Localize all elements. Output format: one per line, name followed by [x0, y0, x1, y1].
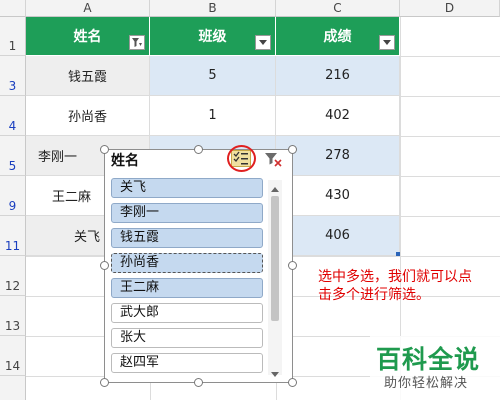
row-header-14[interactable]: 14	[0, 336, 26, 376]
row-header-4[interactable]: 4	[0, 96, 26, 136]
header-label-name: 姓名	[73, 29, 102, 45]
header-cell-class[interactable]: 班级	[150, 17, 276, 56]
row-header-12[interactable]: 12	[0, 256, 26, 296]
grid-line	[400, 216, 500, 217]
filter-dropdown-button-score[interactable]	[379, 35, 395, 50]
resize-handle-right[interactable]	[288, 261, 297, 270]
cell-score[interactable]: 216	[276, 56, 400, 96]
header-label-score: 成绩	[323, 29, 352, 45]
scroll-down-arrow[interactable]	[270, 364, 280, 377]
slicer-item[interactable]: 王二麻	[111, 278, 263, 298]
slicer-item[interactable]: 孙尚香	[111, 253, 263, 273]
column-header-b[interactable]: B	[150, 0, 276, 17]
chevron-up-icon	[271, 187, 279, 192]
grid-line	[400, 96, 500, 97]
cell-score[interactable]: 406	[276, 216, 400, 256]
resize-handle-top[interactable]	[194, 145, 203, 154]
slicer-item[interactable]: 赵四军	[111, 353, 263, 373]
scroll-thumb[interactable]	[271, 196, 279, 321]
filter-funnel-icon	[132, 38, 142, 47]
row-header-11[interactable]: 11	[0, 216, 26, 256]
slicer-item[interactable]: 关飞	[111, 178, 263, 198]
highlight-circle	[227, 145, 256, 172]
watermark-title: 百科全说	[376, 345, 481, 374]
clear-filter-button[interactable]	[263, 151, 283, 167]
cell-class[interactable]: 1	[150, 96, 276, 136]
cell-name[interactable]: 孙尚香	[26, 96, 150, 136]
cell-class[interactable]: 5	[150, 56, 276, 96]
watermark-subtitle: 助你轻松解决	[384, 376, 469, 391]
scroll-up-arrow[interactable]	[270, 180, 280, 192]
column-header-c[interactable]: C	[276, 0, 400, 17]
chevron-down-icon	[383, 39, 391, 45]
grid-line	[400, 56, 500, 57]
header-cell-score[interactable]: 成绩	[276, 17, 400, 56]
annotation-text: 选中多选，我们就可以点击多个进行筛选。	[318, 269, 472, 303]
cell-score[interactable]: 430	[276, 176, 400, 216]
watermark-logo: 百科全说 助你轻松解决	[370, 336, 500, 400]
resize-handle-bottom[interactable]	[194, 378, 203, 387]
header-label-class: 班级	[198, 29, 227, 45]
slicer-title: 姓名	[111, 153, 139, 169]
resize-handle-top-left[interactable]	[100, 145, 109, 154]
clear-filter-icon	[265, 153, 282, 167]
cell-score[interactable]: 402	[276, 96, 400, 136]
column-header-d[interactable]: D	[400, 0, 500, 17]
row-header-13[interactable]: 13	[0, 296, 26, 336]
header-cell-name[interactable]: 姓名	[26, 17, 150, 56]
slicer-item[interactable]: 钱五霞	[111, 228, 263, 248]
slicer-item[interactable]: 李刚一	[111, 203, 263, 223]
chevron-down-icon	[259, 39, 267, 45]
grid-line	[400, 136, 500, 137]
select-all-corner[interactable]	[0, 0, 26, 17]
cell-score[interactable]: 278	[276, 136, 400, 176]
filter-active-button-name[interactable]	[129, 35, 145, 50]
row-header-5[interactable]: 5	[0, 136, 26, 176]
grid-line	[400, 176, 500, 177]
resize-handle-bottom-right[interactable]	[288, 378, 297, 387]
slicer-item[interactable]: 武大郎	[111, 303, 263, 323]
resize-handle-left[interactable]	[100, 261, 109, 270]
cell-name[interactable]: 钱五霞	[26, 56, 150, 96]
chevron-down-icon	[271, 372, 279, 377]
row-header-3[interactable]: 3	[0, 56, 26, 96]
row-header-15[interactable]	[0, 376, 26, 400]
row-header-1[interactable]: 1	[0, 17, 26, 56]
slicer-item[interactable]: 张大	[111, 328, 263, 348]
resize-handle-bottom-left[interactable]	[100, 378, 109, 387]
resize-handle-top-right[interactable]	[288, 145, 297, 154]
filter-dropdown-button-class[interactable]	[255, 35, 271, 50]
column-header-a[interactable]: A	[26, 0, 150, 17]
row-header-9[interactable]: 9	[0, 176, 26, 216]
